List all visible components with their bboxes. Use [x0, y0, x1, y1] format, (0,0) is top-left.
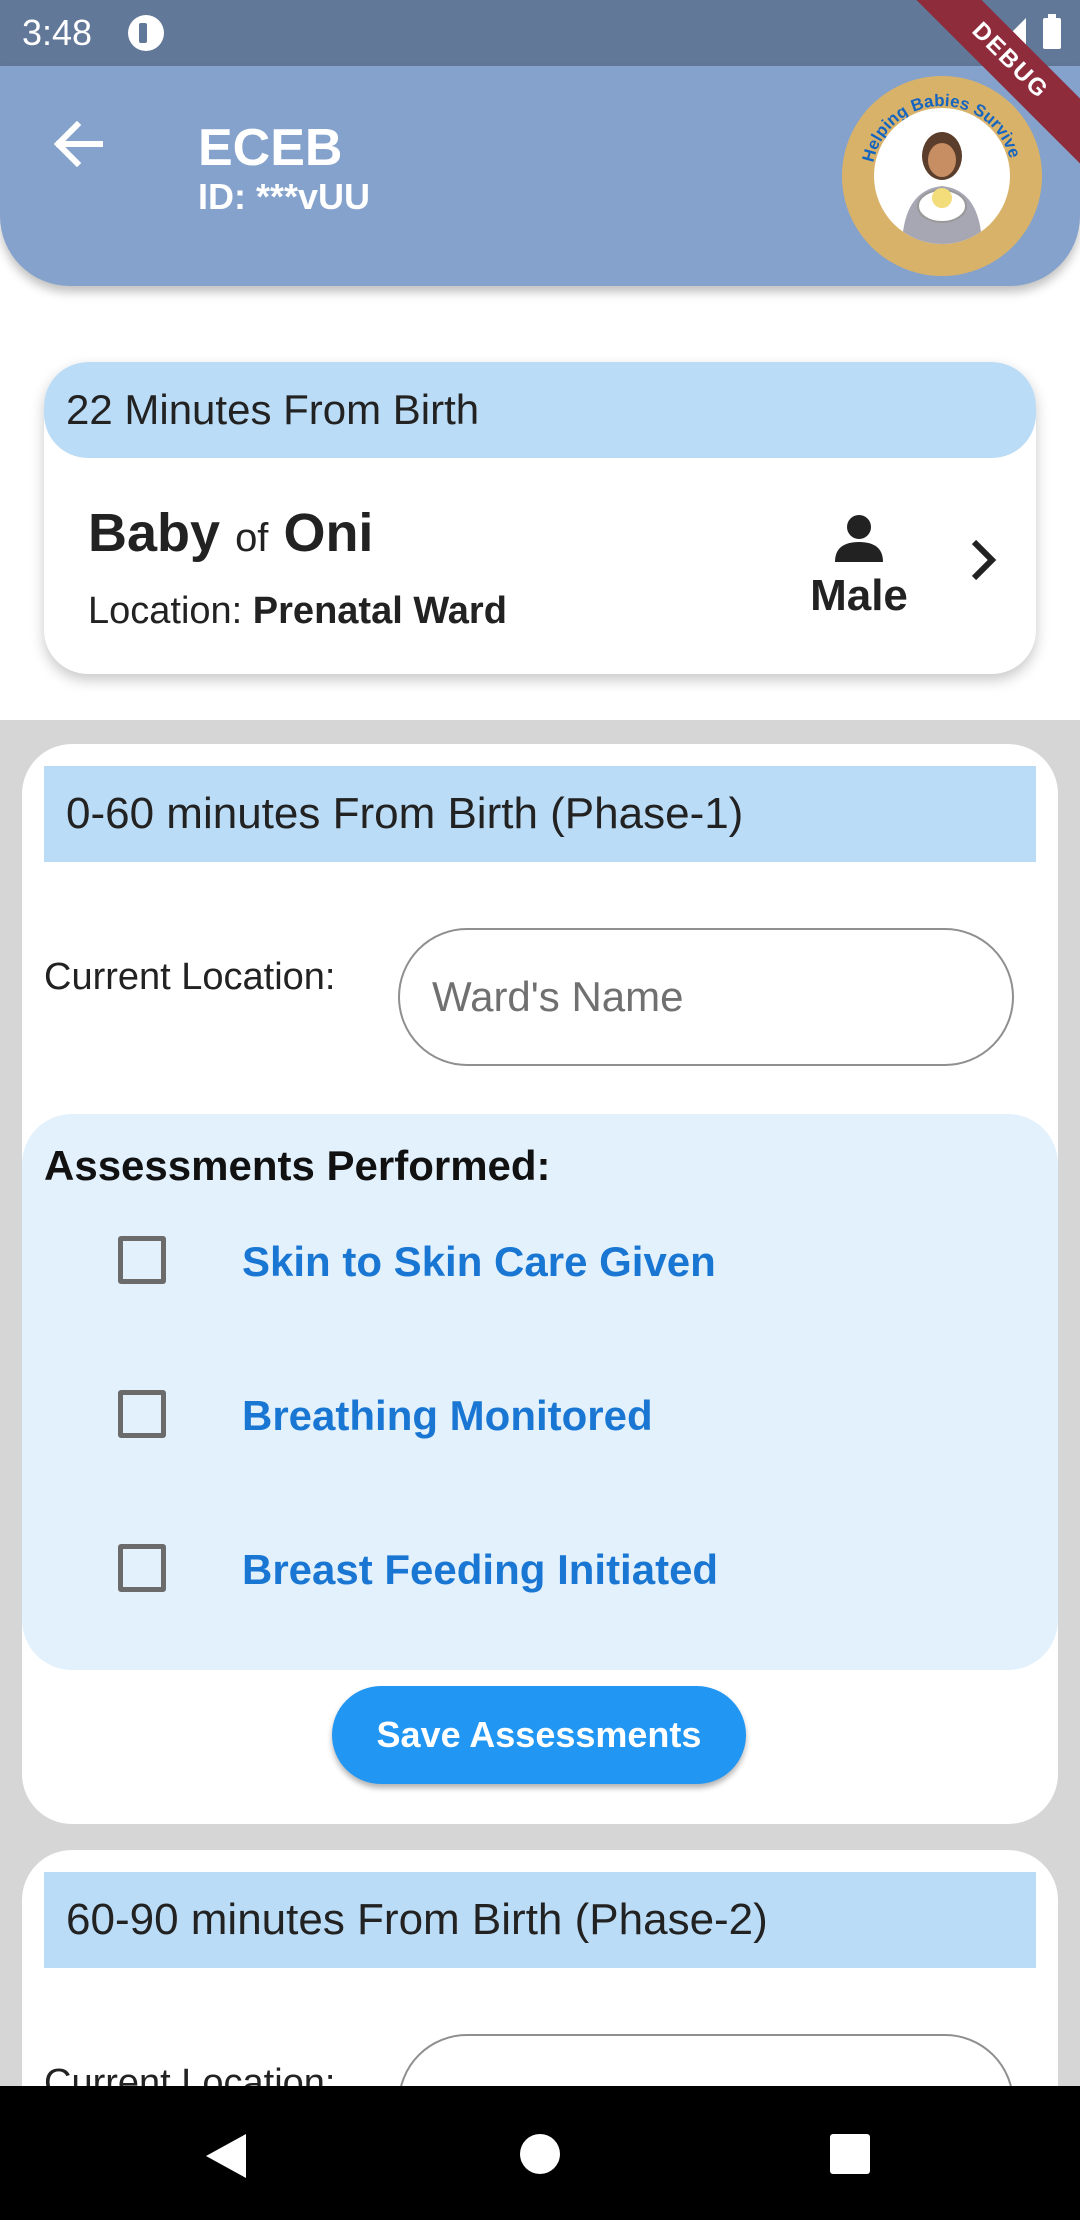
arrow-back-icon — [53, 121, 103, 167]
assessments-title: Assessments Performed: — [44, 1142, 551, 1189]
debug-ribbon: DEBUG — [900, 0, 1080, 177]
skin-to-skin-checkbox[interactable] — [118, 1236, 166, 1284]
back-button[interactable] — [44, 110, 112, 178]
phase-2-header: 60-90 minutes From Birth (Phase-2) — [44, 1872, 1036, 1968]
assessment-breast-feeding[interactable]: Breast Feeding Initiated — [22, 1514, 1058, 1624]
breathing-label[interactable]: Breathing Monitored — [242, 1392, 653, 1440]
nav-back-icon[interactable] — [204, 2132, 248, 2180]
page-title: ECEB — [198, 119, 343, 177]
baby-location: Location: Prenatal Ward — [88, 590, 507, 633]
nav-home-icon[interactable] — [520, 2134, 560, 2174]
breathing-checkbox[interactable] — [118, 1390, 166, 1438]
location-label: Location: — [88, 590, 243, 632]
baby-name-of: of — [235, 516, 269, 560]
baby-name-prefix: Baby — [88, 503, 221, 563]
gender-indicator: Male — [764, 514, 954, 621]
debug-ribbon-clip: DEBUG — [900, 0, 1080, 180]
nav-recents-icon[interactable] — [830, 2134, 870, 2174]
time-from-birth-header: 22 Minutes From Birth — [44, 362, 1036, 458]
baby-name: Baby of Oni — [88, 502, 373, 564]
chevron-right-icon[interactable] — [966, 538, 1000, 587]
assessment-breathing[interactable]: Breathing Monitored — [22, 1360, 1058, 1470]
birth-info-section: 22 Minutes From Birth Baby of Oni Locati… — [0, 318, 1080, 720]
mother-name: Oni — [283, 503, 374, 563]
phases-scroll-area[interactable]: 0-60 minutes From Birth (Phase-1) Curren… — [0, 720, 1080, 2220]
patient-id: ID: ***vUU — [198, 176, 371, 217]
person-icon — [835, 515, 883, 562]
save-assessments-button[interactable]: Save Assessments — [332, 1686, 746, 1784]
ward-name-input[interactable] — [398, 928, 1014, 1066]
location-value: Prenatal Ward — [252, 590, 507, 632]
phase-1-header: 0-60 minutes From Birth (Phase-1) — [44, 766, 1036, 862]
app-bar: ECEB ID: ***vUU Helping Babies Survive D… — [0, 0, 1080, 286]
breast-feeding-checkbox[interactable] — [118, 1544, 166, 1592]
phase-1-card: 0-60 minutes From Birth (Phase-1) Curren… — [22, 744, 1058, 1824]
current-location-label: Current Location: — [44, 956, 336, 998]
assessments-panel: Assessments Performed: Skin to Skin Care… — [22, 1114, 1058, 1670]
baby-info-card[interactable]: 22 Minutes From Birth Baby of Oni Locati… — [44, 362, 1036, 674]
breast-feeding-label[interactable]: Breast Feeding Initiated — [242, 1546, 718, 1594]
assessment-skin-to-skin[interactable]: Skin to Skin Care Given — [22, 1206, 1058, 1316]
app-screen: 3:48 ECEB ID: ***vUU Helping Babies Surv… — [0, 0, 1080, 2220]
system-nav-bar — [0, 2086, 1080, 2220]
skin-to-skin-label[interactable]: Skin to Skin Care Given — [242, 1238, 716, 1286]
notification-app-icon — [128, 15, 164, 51]
gender-label: Male — [810, 571, 908, 620]
status-time: 3:48 — [22, 12, 93, 53]
